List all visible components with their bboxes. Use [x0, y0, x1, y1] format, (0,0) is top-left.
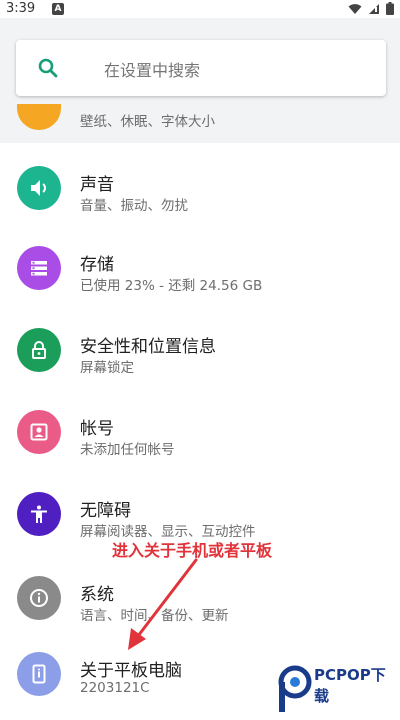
- annotation-arrow-icon: [128, 558, 198, 650]
- watermark-text: PCPOP下载: [314, 666, 386, 705]
